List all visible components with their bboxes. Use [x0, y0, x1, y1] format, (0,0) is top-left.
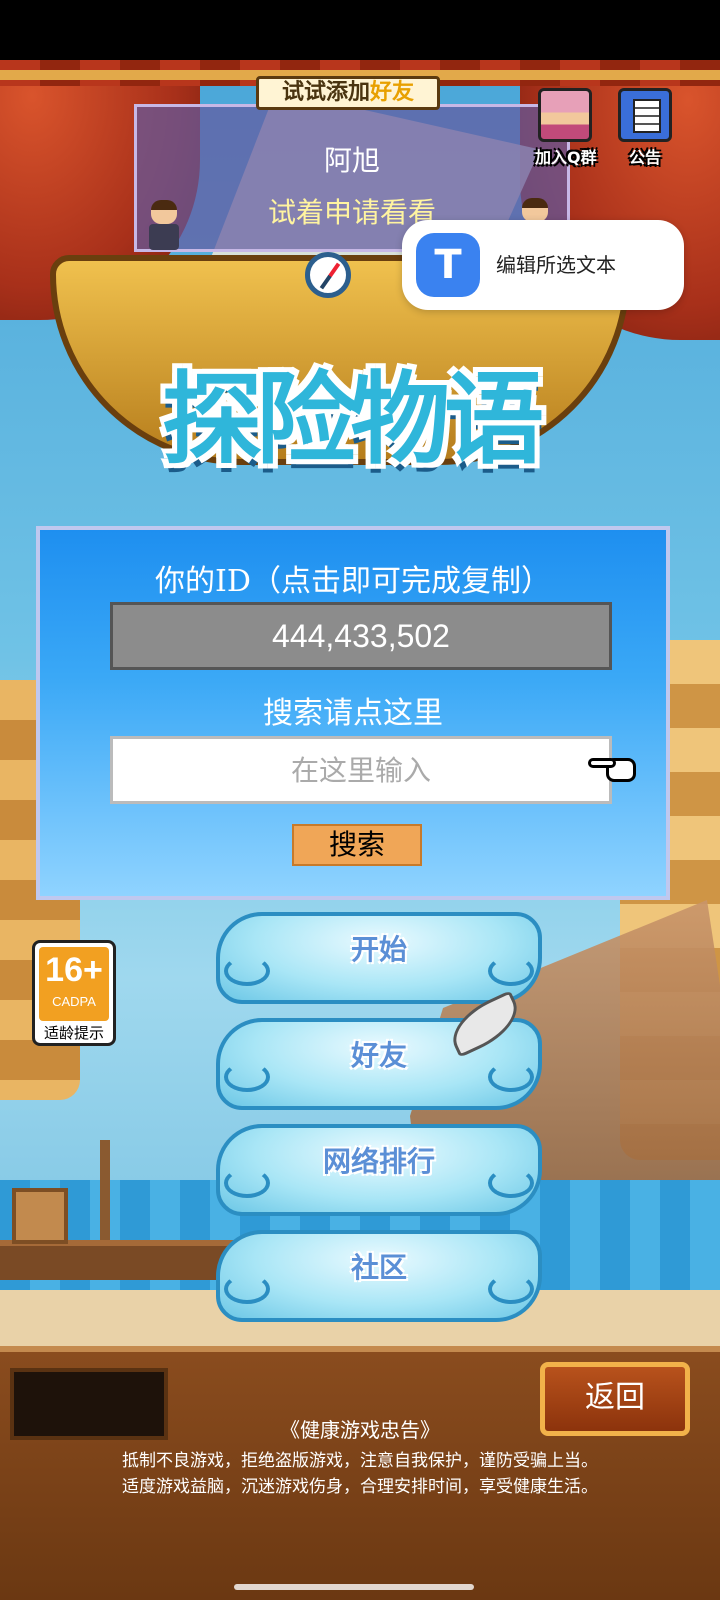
search-input[interactable]: [110, 736, 612, 804]
edit-selected-text-popup[interactable]: T 编辑所选文本: [402, 220, 684, 310]
announcement-button[interactable]: 公告: [615, 88, 675, 168]
banner-prefix: 试试添加: [281, 80, 370, 105]
ranking-label: 网络排行: [322, 1145, 435, 1178]
crate: [12, 1188, 68, 1244]
character-avatar: [145, 200, 183, 252]
age-rating-badge[interactable]: 16+ CADPA 适龄提示: [32, 940, 116, 1046]
age-org: CADPA: [52, 994, 96, 1009]
community-button[interactable]: 社区: [216, 1230, 542, 1322]
age-number: 16+: [45, 951, 103, 989]
game-logo-title: 探险物语: [162, 361, 544, 478]
health-advice-line: 适度游戏益脑，沉迷游戏伤身，合理安排时间，享受健康生活。: [122, 1477, 598, 1497]
start-button[interactable]: 开始: [216, 912, 542, 1004]
pointing-hand-icon: [588, 752, 638, 786]
id-title: 你的ID（点击即可完成复制）: [155, 564, 551, 599]
announcement-icon: [618, 88, 672, 142]
join-qq-group-button[interactable]: 加入Q群: [535, 88, 597, 168]
age-tip: 适龄提示: [43, 1024, 104, 1042]
start-label: 开始: [350, 933, 407, 966]
community-label: 社区: [350, 1251, 407, 1284]
online-ranking-button[interactable]: 网络排行: [216, 1124, 542, 1216]
id-panel: 你的ID（点击即可完成复制） 444,433,502 搜索请点这里 搜索: [36, 526, 670, 900]
age-rating-box: 16+ CADPA: [39, 947, 109, 1021]
qq-group-avatar-icon: [538, 88, 592, 142]
edit-popup-label: 编辑所选文本: [496, 253, 616, 277]
search-button[interactable]: 搜索: [292, 824, 422, 866]
qq-group-label: 加入Q群: [535, 148, 597, 167]
notice-name: 阿旭: [323, 144, 380, 177]
health-advice-title: 《健康游戏忠告》: [280, 1418, 440, 1442]
player-id-copy-field[interactable]: 444,433,502: [110, 602, 612, 670]
health-advice-line: 抵制不良游戏，拒绝盗版游戏，注意自我保护，谨防受骗上当。: [122, 1451, 598, 1471]
home-indicator[interactable]: [234, 1584, 474, 1590]
add-friend-banner: 试试添加好友: [256, 76, 440, 110]
compass-icon: [305, 252, 351, 298]
announcement-label: 公告: [628, 148, 661, 167]
dock: [0, 1240, 250, 1280]
search-title: 搜索请点这里: [263, 696, 443, 731]
text-edit-icon: T: [416, 233, 480, 297]
banner-highlight: 好友: [370, 80, 415, 105]
bottom-bar: 返回 《健康游戏忠告》 抵制不良游戏，拒绝盗版游戏，注意自我保护，谨防受骗上当。…: [0, 1346, 720, 1600]
status-bar: [0, 0, 720, 60]
